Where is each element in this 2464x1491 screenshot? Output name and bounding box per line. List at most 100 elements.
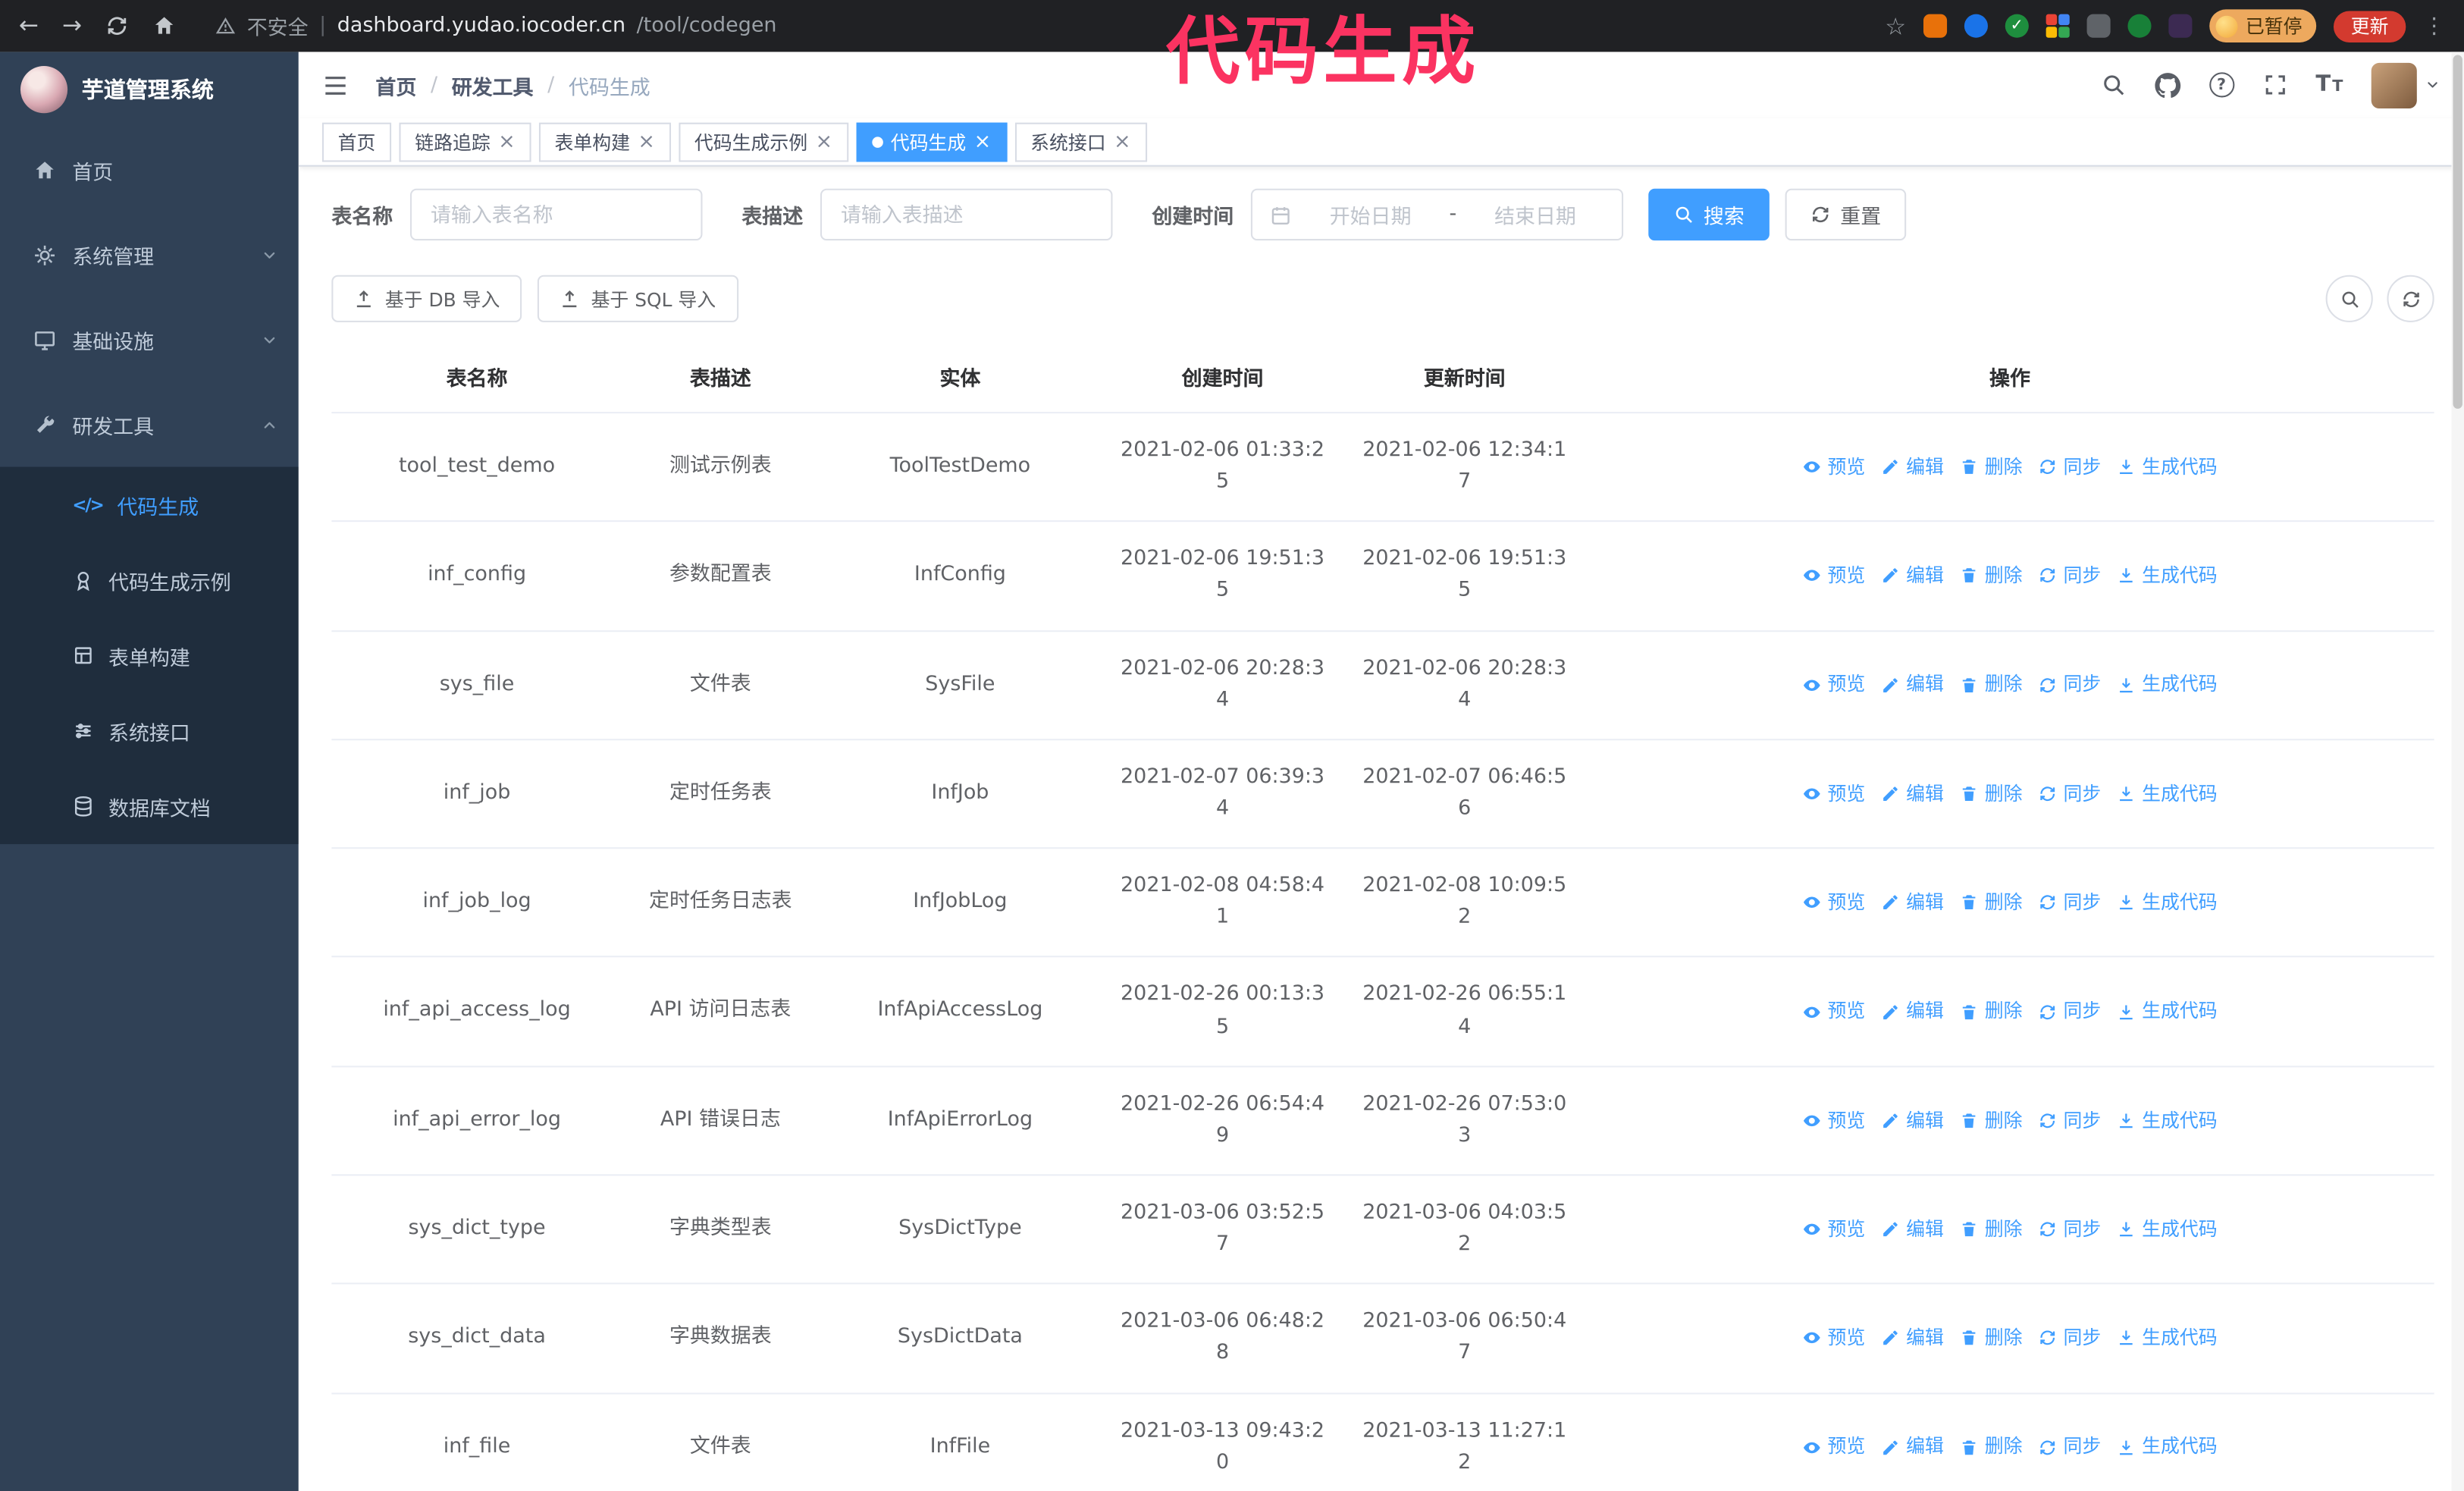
close-icon[interactable]: ×	[1114, 131, 1131, 152]
sync-link[interactable]: 同步	[2038, 670, 2101, 700]
table-desc-input[interactable]	[820, 188, 1113, 241]
tab-tracing[interactable]: 链路追踪 ×	[399, 121, 531, 162]
browser-menu-icon[interactable]: ⋮	[2423, 14, 2445, 39]
extension-icon[interactable]	[1964, 14, 1988, 38]
tab-codegen[interactable]: 代码生成 ×	[856, 121, 1007, 162]
edit-link[interactable]: 编辑	[1881, 561, 1944, 591]
preview-link[interactable]: 预览	[1802, 561, 1865, 591]
sidebar-item-dev-tools[interactable]: 研发工具	[0, 382, 299, 467]
back-icon[interactable]: ←	[19, 14, 39, 38]
generate-code-link[interactable]: 生成代码	[2117, 997, 2218, 1027]
generate-code-link[interactable]: 生成代码	[2117, 670, 2218, 700]
preview-link[interactable]: 预览	[1802, 1215, 1865, 1245]
preview-link[interactable]: 预览	[1802, 1433, 1865, 1462]
sync-link[interactable]: 同步	[2038, 779, 2101, 808]
font-size-icon[interactable]: TT	[2315, 72, 2343, 97]
delete-link[interactable]: 删除	[1960, 453, 2023, 482]
sync-link[interactable]: 同步	[2038, 561, 2101, 591]
generate-code-link[interactable]: 生成代码	[2117, 453, 2218, 482]
tab-home[interactable]: 首页	[321, 121, 392, 162]
edit-link[interactable]: 编辑	[1881, 453, 1944, 482]
sidebar-item-system-management[interactable]: 系统管理	[0, 212, 299, 297]
delete-link[interactable]: 删除	[1960, 997, 2023, 1027]
extension-icon[interactable]	[2127, 14, 2152, 38]
delete-link[interactable]: 删除	[1960, 888, 2023, 918]
edit-link[interactable]: 编辑	[1881, 1106, 1944, 1135]
sidebar-item-form-builder[interactable]: 表单构建	[0, 618, 299, 693]
delete-link[interactable]: 删除	[1960, 1106, 2023, 1135]
preview-link[interactable]: 预览	[1802, 779, 1865, 808]
edit-link[interactable]: 编辑	[1881, 888, 1944, 918]
fullscreen-icon[interactable]	[2262, 72, 2287, 97]
delete-link[interactable]: 删除	[1960, 1433, 2023, 1462]
close-icon[interactable]: ×	[974, 131, 992, 152]
table-name-input[interactable]	[410, 188, 703, 241]
help-icon[interactable]: ?	[2209, 72, 2234, 98]
edit-link[interactable]: 编辑	[1881, 1215, 1944, 1245]
extension-icon[interactable]	[1923, 14, 1948, 38]
reset-button[interactable]: 重置	[1785, 188, 1907, 241]
edit-link[interactable]: 编辑	[1881, 1323, 1944, 1353]
sync-link[interactable]: 同步	[2038, 1433, 2101, 1462]
extension-icon[interactable]	[2168, 14, 2193, 38]
generate-code-link[interactable]: 生成代码	[2117, 1433, 2218, 1462]
preview-link[interactable]: 预览	[1802, 670, 1865, 700]
app-logo[interactable]: 芋道管理系统	[0, 52, 299, 127]
reload-icon[interactable]	[105, 14, 129, 38]
delete-link[interactable]: 删除	[1960, 670, 2023, 700]
refresh-table-button[interactable]	[2387, 275, 2434, 322]
search-button[interactable]: 搜索	[1648, 188, 1770, 241]
preview-link[interactable]: 预览	[1802, 888, 1865, 918]
sync-link[interactable]: 同步	[2038, 1323, 2101, 1353]
tab-codegen-example[interactable]: 代码生成示例 ×	[679, 121, 848, 162]
generate-code-link[interactable]: 生成代码	[2117, 1106, 2218, 1135]
delete-link[interactable]: 删除	[1960, 1323, 2023, 1353]
profile-paused-badge[interactable]: 已暂停	[2209, 9, 2317, 42]
breadcrumb-item[interactable]: 首页	[375, 70, 416, 100]
sync-link[interactable]: 同步	[2038, 453, 2101, 482]
edit-link[interactable]: 编辑	[1881, 1433, 1944, 1462]
preview-link[interactable]: 预览	[1802, 1106, 1865, 1135]
close-icon[interactable]: ×	[498, 131, 516, 152]
edit-link[interactable]: 编辑	[1881, 670, 1944, 700]
sync-link[interactable]: 同步	[2038, 1215, 2101, 1245]
extension-icon[interactable]: ✓	[2005, 14, 2029, 38]
sidebar-item-system-api[interactable]: 系统接口	[0, 693, 299, 768]
edit-link[interactable]: 编辑	[1881, 779, 1944, 808]
scrollbar-thumb[interactable]	[2453, 55, 2462, 409]
sidebar-item-home[interactable]: 首页	[0, 127, 299, 212]
extension-icon[interactable]	[2086, 14, 2111, 38]
bookmark-star-icon[interactable]: ☆	[1885, 12, 1906, 40]
sidebar-item-infrastructure[interactable]: 基础设施	[0, 297, 299, 382]
preview-link[interactable]: 预览	[1802, 997, 1865, 1027]
address-bar[interactable]: 不安全 | dashboard.yudao.iocoder.cn/tool/co…	[215, 11, 776, 41]
home-icon[interactable]	[152, 14, 176, 38]
extension-icon[interactable]	[2045, 14, 2070, 38]
delete-link[interactable]: 删除	[1960, 779, 2023, 808]
breadcrumb-item[interactable]: 研发工具	[452, 70, 534, 100]
sync-link[interactable]: 同步	[2038, 1106, 2101, 1135]
create-time-range-picker[interactable]: 开始日期 - 结束日期	[1250, 188, 1624, 241]
sync-link[interactable]: 同步	[2038, 997, 2101, 1027]
close-icon[interactable]: ×	[815, 131, 832, 152]
preview-link[interactable]: 预览	[1802, 453, 1865, 482]
search-icon[interactable]	[2100, 72, 2125, 97]
edit-link[interactable]: 编辑	[1881, 997, 1944, 1027]
sidebar-item-codegen[interactable]: </> 代码生成	[0, 467, 299, 542]
tab-system-api[interactable]: 系统接口 ×	[1014, 121, 1147, 162]
user-menu[interactable]	[2371, 61, 2440, 108]
scrollbar[interactable]	[2451, 52, 2464, 1491]
generate-code-link[interactable]: 生成代码	[2117, 1323, 2218, 1353]
github-icon[interactable]	[2154, 71, 2180, 98]
generate-code-link[interactable]: 生成代码	[2117, 888, 2218, 918]
forward-icon[interactable]: →	[62, 14, 82, 38]
close-icon[interactable]: ×	[638, 131, 655, 152]
sync-link[interactable]: 同步	[2038, 888, 2101, 918]
generate-code-link[interactable]: 生成代码	[2117, 1215, 2218, 1245]
hamburger-icon[interactable]	[322, 71, 349, 98]
db-import-button[interactable]: 基于 DB 导入	[331, 275, 522, 322]
preview-link[interactable]: 预览	[1802, 1323, 1865, 1353]
tab-form-builder[interactable]: 表单构建 ×	[538, 121, 671, 162]
generate-code-link[interactable]: 生成代码	[2117, 561, 2218, 591]
sql-import-button[interactable]: 基于 SQL 导入	[538, 275, 738, 322]
